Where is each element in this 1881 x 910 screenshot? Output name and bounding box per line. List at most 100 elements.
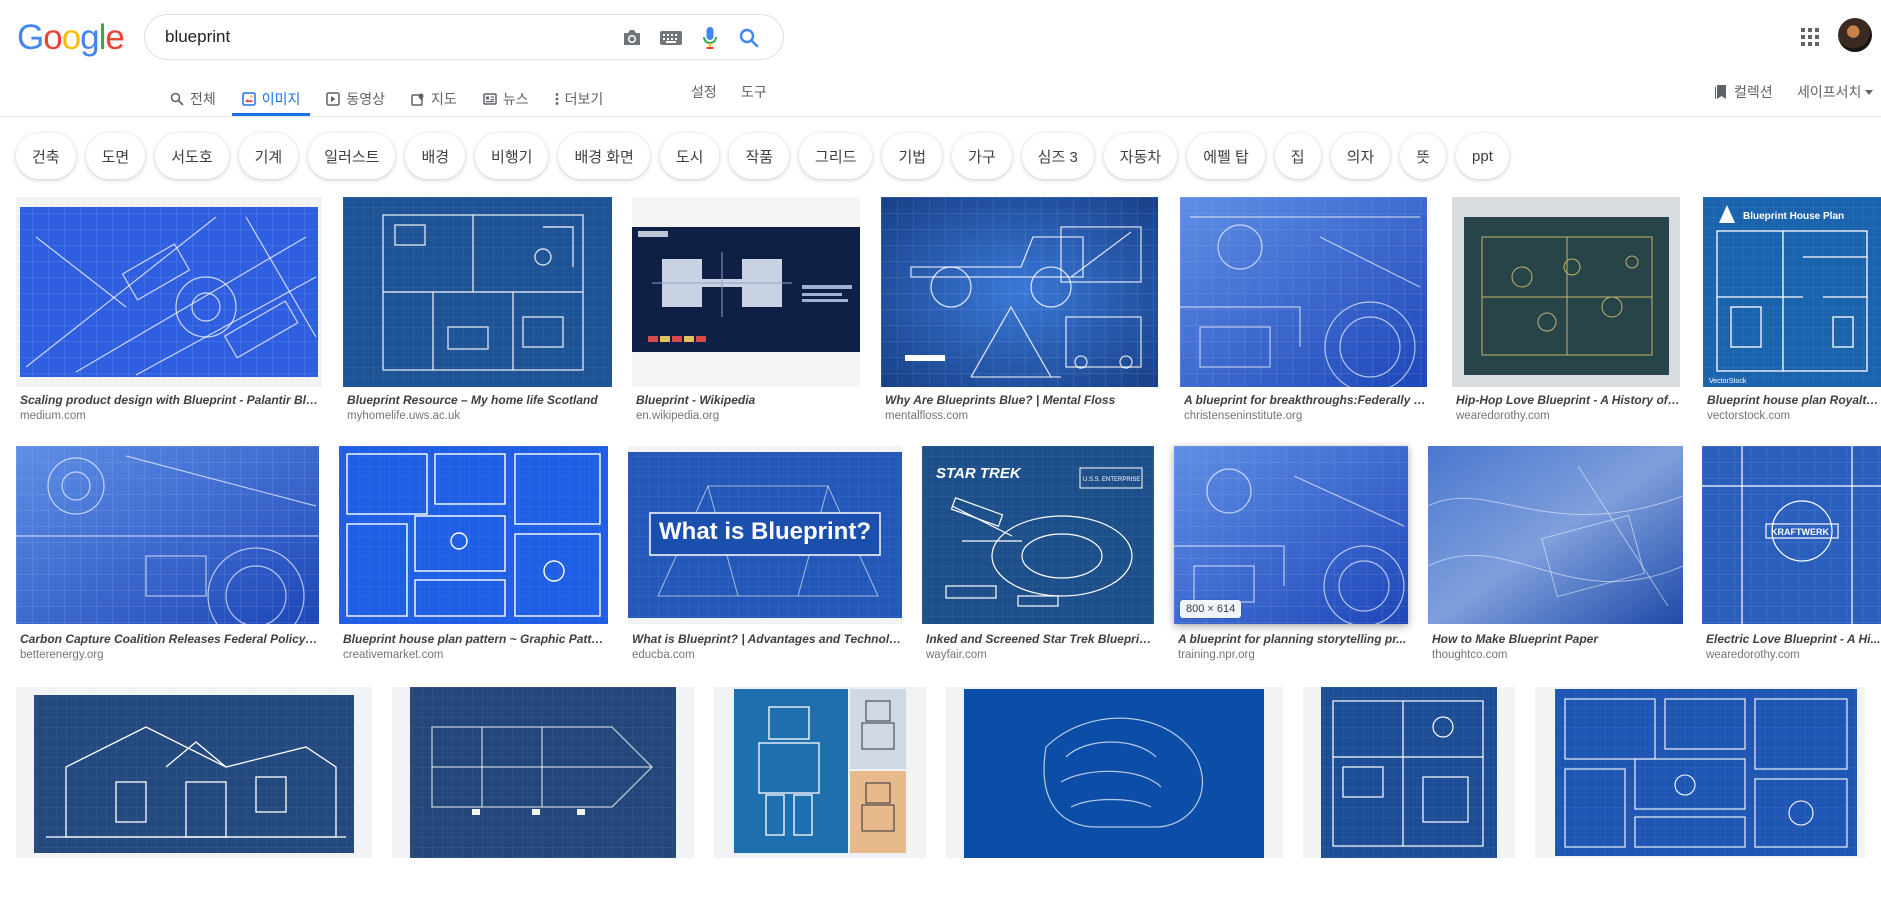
tab-maps[interactable]: 지도 — [401, 80, 467, 116]
chip[interactable]: 도시 — [659, 133, 720, 179]
vectorstock-watermark: VectorStock — [1709, 378, 1747, 385]
result-source[interactable]: christenseninstitute.org — [1184, 410, 1427, 422]
result-title[interactable]: A blueprint for breakthroughs:Federally … — [1184, 393, 1427, 407]
google-logo[interactable]: Google — [17, 18, 125, 58]
result-thumbnail: KRAFTWERK — [1702, 446, 1881, 624]
result-title[interactable]: Blueprint Resource – My home life Scotla… — [347, 393, 612, 407]
result-thumbnail: Blueprint House Plan VectorStock — [1703, 197, 1881, 387]
camera-icon[interactable] — [620, 26, 644, 50]
chip[interactable]: 그리드 — [799, 133, 873, 179]
tab-label: 지도 — [431, 91, 457, 107]
map-icon — [411, 93, 424, 106]
chip[interactable]: 도면 — [85, 133, 146, 179]
chip[interactable]: 기법 — [882, 133, 943, 179]
chip[interactable]: 건축 — [16, 133, 76, 179]
apps-grid-icon[interactable] — [1798, 25, 1822, 49]
result-source[interactable]: medium.com — [20, 410, 320, 422]
chip[interactable]: 일러스트 — [308, 133, 396, 179]
result-thumbnail — [392, 687, 694, 858]
video-icon — [326, 92, 341, 106]
result-thumbnail — [16, 197, 322, 387]
related-chips: 건축 도면 서도호 기계 일러스트 배경 비행기 배경 화면 도시 작품 그리드… — [16, 133, 1509, 179]
thumbnail-overlay-text: What is Blueprint? — [659, 518, 871, 545]
tab-label: 뉴스 — [502, 91, 529, 107]
chip[interactable]: 비행기 — [475, 133, 549, 179]
news-icon — [483, 93, 497, 105]
bookmark-icon — [1715, 85, 1726, 99]
result-source[interactable]: wayfair.com — [926, 649, 1154, 661]
search-icon — [170, 92, 184, 106]
result-title[interactable]: Inked and Screened Star Trek Blueprin... — [926, 632, 1154, 646]
result-source[interactable]: betterenergy.org — [20, 649, 319, 661]
chip[interactable]: 의자 — [1330, 133, 1391, 179]
chip[interactable]: 배경 — [405, 133, 466, 179]
result-title[interactable]: A blueprint for planning storytelling pr… — [1178, 632, 1408, 646]
result-title[interactable]: Blueprint - Wikipedia — [636, 393, 860, 407]
chip[interactable]: 심즈 3 — [1021, 133, 1094, 179]
caret-down-icon — [1865, 89, 1874, 95]
chip[interactable]: 배경 화면 — [558, 133, 650, 179]
search-icon[interactable] — [737, 26, 761, 50]
tab-label: 더보기 — [564, 91, 604, 107]
result-thumbnail: What is Blueprint? — [628, 446, 902, 624]
result-source[interactable]: creativemarket.com — [343, 649, 608, 661]
microphone-icon[interactable] — [698, 26, 722, 50]
result-source[interactable]: vectorstock.com — [1707, 410, 1881, 422]
result-thumbnail — [1452, 197, 1680, 387]
chip[interactable]: 작품 — [729, 133, 790, 179]
tab-videos[interactable]: 동영상 — [316, 80, 395, 116]
safesearch-dropdown[interactable]: 세이프서치 — [1797, 82, 1874, 102]
result-source[interactable]: en.wikipedia.org — [636, 410, 860, 422]
result-source[interactable]: myhomelife.uws.ac.uk — [347, 410, 612, 422]
tab-all[interactable]: 전체 — [160, 80, 226, 116]
result-title[interactable]: Hip-Hop Love Blueprint - A History of ..… — [1456, 393, 1680, 407]
result-source[interactable]: training.npr.org — [1178, 649, 1408, 661]
result-source[interactable]: thoughtco.com — [1432, 649, 1683, 661]
result-title[interactable]: Electric Love Blueprint - A Hi... — [1706, 632, 1881, 646]
result-title[interactable]: What is Blueprint? | Advantages and Tech… — [632, 632, 902, 646]
result-source[interactable]: wearedorothy.com — [1456, 410, 1680, 422]
chip[interactable]: ppt — [1456, 133, 1509, 179]
result-title[interactable]: How to Make Blueprint Paper — [1432, 632, 1683, 646]
tab-news[interactable]: 뉴스 — [473, 80, 539, 116]
chip[interactable]: 가구 — [952, 133, 1012, 179]
tab-images[interactable]: 이미지 — [231, 80, 311, 116]
chip[interactable]: 에펠 탑 — [1187, 133, 1265, 179]
result-thumbnail — [946, 687, 1283, 858]
more-vert-icon — [555, 93, 558, 105]
image-icon — [242, 92, 256, 106]
tab-more[interactable]: 더보기 — [545, 80, 614, 116]
search-tabs: 전체 이미지 동영상 지도 뉴스 더보기 — [160, 80, 619, 116]
result-thumbnail: 800 × 614 — [1174, 446, 1408, 624]
safesearch-label: 세이프서치 — [1797, 84, 1862, 100]
search-input[interactable] — [165, 25, 605, 49]
house-plan-label: Blueprint House Plan — [1743, 211, 1844, 222]
result-thumbnail — [1180, 197, 1427, 387]
result-title[interactable]: Blueprint house plan Royalty ... — [1707, 393, 1881, 407]
enterprise-label: U.S.S. ENTERPRISE — [1083, 477, 1140, 483]
avatar[interactable] — [1838, 18, 1872, 52]
result-source[interactable]: mentalfloss.com — [885, 410, 1158, 422]
chip[interactable]: 뜻 — [1400, 133, 1447, 179]
tab-label: 이미지 — [261, 91, 301, 107]
result-title[interactable]: Scaling product design with Blueprint - … — [20, 393, 320, 407]
result-thumbnail — [16, 446, 319, 624]
result-thumbnail — [343, 197, 612, 387]
result-title[interactable]: Blueprint house plan pattern ~ Graphic P… — [343, 632, 608, 646]
chip[interactable]: 서도호 — [155, 133, 229, 179]
settings-link[interactable]: 설정 — [691, 82, 717, 102]
keyboard-icon[interactable] — [659, 26, 683, 50]
result-thumbnail: STAR TREK U.S.S. ENTERPRISE — [922, 446, 1154, 624]
result-title[interactable]: Carbon Capture Coalition Releases Federa… — [20, 632, 319, 646]
chip[interactable]: 자동차 — [1103, 133, 1178, 179]
result-source[interactable]: educba.com — [632, 649, 902, 661]
result-thumbnail — [16, 687, 372, 858]
star-trek-label: STAR TREK — [936, 465, 1022, 482]
chip[interactable]: 집 — [1274, 133, 1321, 179]
result-thumbnail — [881, 197, 1158, 387]
result-source[interactable]: wearedorothy.com — [1706, 649, 1881, 661]
collections-link[interactable]: 컬렉션 — [1714, 82, 1773, 102]
chip[interactable]: 기계 — [238, 133, 299, 179]
result-title[interactable]: Why Are Blueprints Blue? | Mental Floss — [885, 393, 1158, 407]
tools-link[interactable]: 도구 — [741, 82, 767, 102]
